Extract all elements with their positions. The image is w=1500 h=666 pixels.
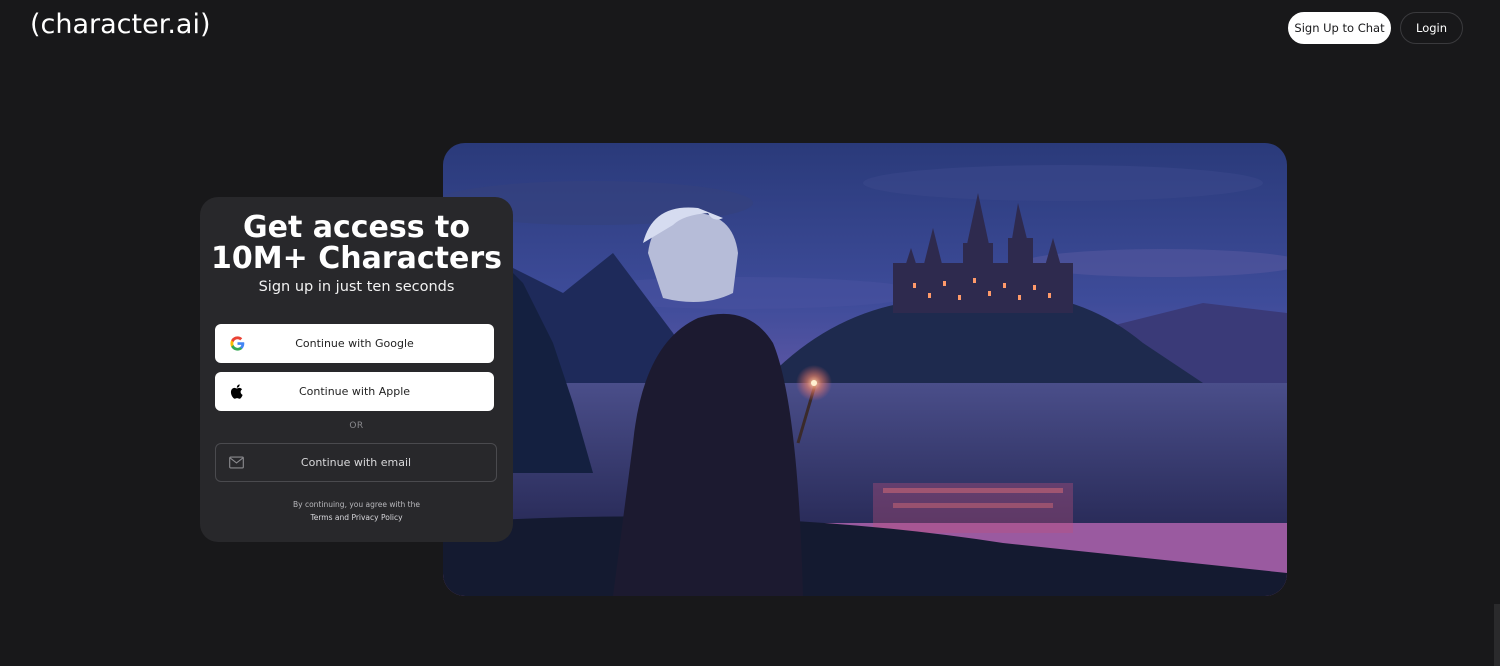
apple-button-label: Continue with Apple <box>298 385 411 398</box>
legal-line: By continuing, you agree with the <box>293 500 420 509</box>
logo[interactable]: (character.ai) <box>30 9 211 40</box>
or-divider: OR <box>349 421 364 431</box>
continue-with-google-button[interactable]: Continue with Google <box>215 324 494 363</box>
signup-card: Get access to 10M+ Characters Sign up in… <box>200 197 513 542</box>
card-title: Get access to 10M+ Characters <box>211 210 502 276</box>
scrollbar-thumb[interactable] <box>1494 604 1500 666</box>
google-icon <box>230 336 245 351</box>
continue-with-email-button[interactable]: Continue with email <box>215 443 497 482</box>
card-subtitle: Sign up in just ten seconds <box>258 279 455 295</box>
email-button-label: Continue with email <box>300 456 412 469</box>
apple-icon <box>230 384 243 399</box>
sign-up-button[interactable]: Sign Up to Chat <box>1288 12 1391 44</box>
mail-icon <box>229 456 244 469</box>
scrollbar[interactable] <box>1494 0 1500 666</box>
and-text: and <box>334 513 350 522</box>
terms-link[interactable]: Terms <box>310 513 332 522</box>
privacy-policy-link[interactable]: Privacy Policy <box>351 513 402 522</box>
login-button[interactable]: Login <box>1400 12 1463 44</box>
continue-with-apple-button[interactable]: Continue with Apple <box>215 372 494 411</box>
hero-image <box>443 143 1287 596</box>
google-button-label: Continue with Google <box>295 337 414 350</box>
legal-notice: By continuing, you agree with the Terms … <box>200 498 513 524</box>
